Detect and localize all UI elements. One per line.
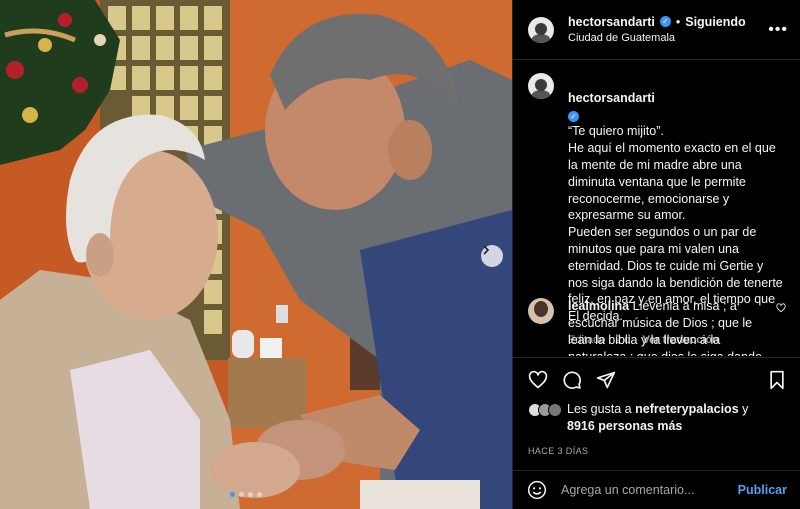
publish-button[interactable]: Publicar [738,483,787,497]
verified-badge-icon: ✓ [659,16,671,27]
likes-prefix: Les gusta a [567,402,632,416]
following-button[interactable]: Siguiendo [685,14,745,30]
header-separator: • [675,14,681,29]
comment-bubble-icon[interactable] [562,370,582,390]
author-info: hectorsandarti ✓ • Siguiendo Ciudad de G… [568,14,768,46]
photo-illustration [0,0,512,509]
caption-text: “Te quiero mijito”. He aquí el momento e… [568,124,783,324]
likes-count-link[interactable]: 8916 personas más [567,419,682,433]
heart-icon[interactable] [528,370,548,390]
verified-badge-icon: ✓ [568,111,579,123]
author-username[interactable]: hectorsandarti [568,14,655,30]
carousel-dot [257,492,262,497]
author-avatar[interactable] [528,16,554,43]
post-side-panel: hectorsandarti ✓ • Siguiendo Ciudad de G… [512,0,800,509]
caption-username[interactable]: hectorsandarti [568,91,655,105]
liker-avatar [548,403,562,417]
commenter-username[interactable]: lealmolina [568,299,629,313]
commenter-avatar[interactable] [528,298,554,324]
comment-input[interactable] [561,483,738,497]
liker-username[interactable]: nefreterypalacios [635,402,739,416]
ellipsis-icon[interactable]: ••• [768,21,788,39]
likes-connector: y [742,402,749,416]
post-location[interactable]: Ciudad de Guatemala [568,30,768,46]
next-slide-button[interactable] [481,245,503,267]
add-comment-bar: Publicar [513,470,800,509]
post-photo[interactable] [0,0,512,509]
carousel-dot [248,492,253,497]
paper-plane-icon[interactable] [596,370,616,390]
smiley-icon[interactable] [527,480,547,500]
carousel-dot [230,492,235,497]
comment-like-heart-icon[interactable] [776,302,786,316]
instagram-post-modal: hectorsandarti ✓ • Siguiendo Ciudad de G… [0,0,800,509]
liker-avatars[interactable] [528,403,562,417]
post-actions: Les gusta a nefreterypalacios y 8916 per… [513,357,800,469]
carousel-dot [239,492,244,497]
likes-summary: Les gusta a nefreterypalacios y 8916 per… [513,390,800,435]
caption-author-avatar[interactable] [528,73,554,99]
bookmark-icon[interactable] [768,370,786,390]
carousel-indicator [230,492,262,497]
comment-item: lealmolina Llévenla a misa ; a escuchar … [528,298,786,356]
post-timestamp[interactable]: HACE 3 DÍAS [513,435,800,456]
post-header: hectorsandarti ✓ • Siguiendo Ciudad de G… [513,0,800,60]
